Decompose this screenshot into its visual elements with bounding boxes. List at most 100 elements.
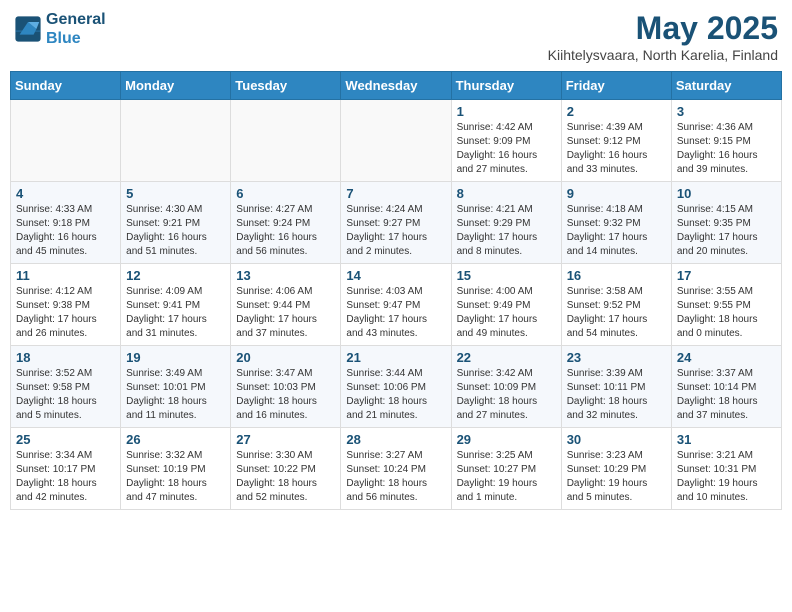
day-cell: 19 Sunrise: 3:49 AM Sunset: 10:01 PM Dayl… (121, 346, 231, 428)
day-number: 29 (457, 432, 556, 447)
day-number: 7 (346, 186, 445, 201)
day-cell: 22Sunrise: 3:42 AM Sunset: 10:09 PM Dayl… (451, 346, 561, 428)
day-number: 31 (677, 432, 776, 447)
day-number: 12 (126, 268, 225, 283)
day-cell: 14 Sunrise: 4:03 AM Sunset: 9:47 PM Dayli… (341, 264, 451, 346)
day-cell: 24 Sunrise: 3:37 AM Sunset: 10:14 PM Dayl… (671, 346, 781, 428)
day-info: Sunrise: 4:36 AM Sunset: 9:15 PM Dayligh… (677, 121, 776, 177)
week-row-2: 4 Sunrise: 4:33 AM Sunset: 9:18 PM Daylig… (11, 182, 782, 264)
day-info: Sunrise: 3:42 AM Sunset: 10:09 PM Daylig… (457, 367, 556, 423)
day-number: 17 (677, 268, 776, 283)
day-info: Sunrise: 3:44 AM Sunset: 10:06 PM Daylig… (346, 367, 445, 423)
day-info: Sunrise: 3:39 AM Sunset: 10:11 PM Daylig… (567, 367, 666, 423)
day-number: 9 (567, 186, 666, 201)
weekday-header-sunday: Sunday (11, 72, 121, 100)
day-number: 14 (346, 268, 445, 283)
day-number: 18 (16, 350, 115, 365)
logo: General Blue (14, 10, 106, 48)
day-number: 11 (16, 268, 115, 283)
day-number: 23 (567, 350, 666, 365)
day-info: Sunrise: 3:37 AM Sunset: 10:14 PM Daylig… (677, 367, 776, 423)
day-info: Sunrise: 3:47 AM Sunset: 10:03 PM Daylig… (236, 367, 335, 423)
week-row-5: 25 Sunrise: 3:34 AM Sunset: 10:17 PM Dayl… (11, 428, 782, 510)
day-info: Sunrise: 3:34 AM Sunset: 10:17 PM Daylig… (16, 449, 115, 505)
day-info: Sunrise: 4:09 AM Sunset: 9:41 PM Dayligh… (126, 285, 225, 341)
day-number: 3 (677, 104, 776, 119)
day-cell: 27 Sunrise: 3:30 AM Sunset: 10:22 PM Dayl… (231, 428, 341, 510)
day-number: 28 (346, 432, 445, 447)
day-info: Sunrise: 4:03 AM Sunset: 9:47 PM Dayligh… (346, 285, 445, 341)
day-cell: 2Sunrise: 4:39 AM Sunset: 9:12 PM Daylig… (561, 100, 671, 182)
weekday-header-thursday: Thursday (451, 72, 561, 100)
logo-icon (14, 15, 42, 43)
day-info: Sunrise: 4:42 AM Sunset: 9:09 PM Dayligh… (457, 121, 556, 177)
logo-text: General Blue (46, 10, 106, 48)
day-info: Sunrise: 3:30 AM Sunset: 10:22 PM Daylig… (236, 449, 335, 505)
day-cell: 9 Sunrise: 4:18 AM Sunset: 9:32 PM Daylig… (561, 182, 671, 264)
weekday-header-friday: Friday (561, 72, 671, 100)
day-number: 25 (16, 432, 115, 447)
calendar: SundayMondayTuesdayWednesdayThursdayFrid… (10, 71, 782, 510)
day-cell: 20 Sunrise: 3:47 AM Sunset: 10:03 PM Dayl… (231, 346, 341, 428)
day-number: 1 (457, 104, 556, 119)
day-info: Sunrise: 4:21 AM Sunset: 9:29 PM Dayligh… (457, 203, 556, 259)
day-number: 10 (677, 186, 776, 201)
day-number: 8 (457, 186, 556, 201)
day-cell: 6Sunrise: 4:27 AM Sunset: 9:24 PM Daylig… (231, 182, 341, 264)
weekday-header-tuesday: Tuesday (231, 72, 341, 100)
day-cell (11, 100, 121, 182)
week-row-4: 18Sunrise: 3:52 AM Sunset: 9:58 PM Dayli… (11, 346, 782, 428)
day-cell: 8 Sunrise: 4:21 AM Sunset: 9:29 PM Daylig… (451, 182, 561, 264)
weekday-header-saturday: Saturday (671, 72, 781, 100)
day-cell: 17 Sunrise: 3:55 AM Sunset: 9:55 PM Dayli… (671, 264, 781, 346)
day-number: 30 (567, 432, 666, 447)
day-cell: 30Sunrise: 3:23 AM Sunset: 10:29 PM Dayl… (561, 428, 671, 510)
day-cell: 7 Sunrise: 4:24 AM Sunset: 9:27 PM Daylig… (341, 182, 451, 264)
day-number: 27 (236, 432, 335, 447)
day-info: Sunrise: 4:06 AM Sunset: 9:44 PM Dayligh… (236, 285, 335, 341)
title-area: May 2025 Kiihtelysvaara, North Karelia, … (548, 10, 778, 63)
day-info: Sunrise: 3:49 AM Sunset: 10:01 PM Daylig… (126, 367, 225, 423)
day-cell: 15Sunrise: 4:00 AM Sunset: 9:49 PM Dayli… (451, 264, 561, 346)
day-info: Sunrise: 3:27 AM Sunset: 10:24 PM Daylig… (346, 449, 445, 505)
day-cell: 29 Sunrise: 3:25 AM Sunset: 10:27 PM Dayl… (451, 428, 561, 510)
day-info: Sunrise: 3:25 AM Sunset: 10:27 PM Daylig… (457, 449, 556, 505)
day-cell: 1 Sunrise: 4:42 AM Sunset: 9:09 PM Daylig… (451, 100, 561, 182)
day-info: Sunrise: 4:30 AM Sunset: 9:21 PM Dayligh… (126, 203, 225, 259)
day-info: Sunrise: 4:39 AM Sunset: 9:12 PM Dayligh… (567, 121, 666, 177)
day-number: 15 (457, 268, 556, 283)
day-cell: 13Sunrise: 4:06 AM Sunset: 9:44 PM Dayli… (231, 264, 341, 346)
day-info: Sunrise: 4:18 AM Sunset: 9:32 PM Dayligh… (567, 203, 666, 259)
day-cell: 28 Sunrise: 3:27 AM Sunset: 10:24 PM Dayl… (341, 428, 451, 510)
day-info: Sunrise: 4:15 AM Sunset: 9:35 PM Dayligh… (677, 203, 776, 259)
week-row-3: 11 Sunrise: 4:12 AM Sunset: 9:38 PM Dayli… (11, 264, 782, 346)
day-info: Sunrise: 3:21 AM Sunset: 10:31 PM Daylig… (677, 449, 776, 505)
day-number: 6 (236, 186, 335, 201)
day-cell: 4 Sunrise: 4:33 AM Sunset: 9:18 PM Daylig… (11, 182, 121, 264)
subtitle: Kiihtelysvaara, North Karelia, Finland (548, 47, 778, 63)
day-info: Sunrise: 4:33 AM Sunset: 9:18 PM Dayligh… (16, 203, 115, 259)
day-cell: 11 Sunrise: 4:12 AM Sunset: 9:38 PM Dayli… (11, 264, 121, 346)
weekday-header-row: SundayMondayTuesdayWednesdayThursdayFrid… (11, 72, 782, 100)
day-cell: 12 Sunrise: 4:09 AM Sunset: 9:41 PM Dayli… (121, 264, 231, 346)
day-number: 5 (126, 186, 225, 201)
day-cell (341, 100, 451, 182)
day-number: 24 (677, 350, 776, 365)
day-number: 21 (346, 350, 445, 365)
day-number: 20 (236, 350, 335, 365)
day-cell: 25 Sunrise: 3:34 AM Sunset: 10:17 PM Dayl… (11, 428, 121, 510)
day-number: 4 (16, 186, 115, 201)
day-cell (121, 100, 231, 182)
day-info: Sunrise: 4:12 AM Sunset: 9:38 PM Dayligh… (16, 285, 115, 341)
day-cell: 26Sunrise: 3:32 AM Sunset: 10:19 PM Dayl… (121, 428, 231, 510)
day-info: Sunrise: 3:55 AM Sunset: 9:55 PM Dayligh… (677, 285, 776, 341)
day-cell: 3 Sunrise: 4:36 AM Sunset: 9:15 PM Daylig… (671, 100, 781, 182)
day-cell: 16Sunrise: 3:58 AM Sunset: 9:52 PM Dayli… (561, 264, 671, 346)
day-cell: 21 Sunrise: 3:44 AM Sunset: 10:06 PM Dayl… (341, 346, 451, 428)
day-info: Sunrise: 4:24 AM Sunset: 9:27 PM Dayligh… (346, 203, 445, 259)
day-cell: 23 Sunrise: 3:39 AM Sunset: 10:11 PM Dayl… (561, 346, 671, 428)
day-cell: 5 Sunrise: 4:30 AM Sunset: 9:21 PM Daylig… (121, 182, 231, 264)
day-cell: 31 Sunrise: 3:21 AM Sunset: 10:31 PM Dayl… (671, 428, 781, 510)
day-info: Sunrise: 3:58 AM Sunset: 9:52 PM Dayligh… (567, 285, 666, 341)
day-number: 19 (126, 350, 225, 365)
